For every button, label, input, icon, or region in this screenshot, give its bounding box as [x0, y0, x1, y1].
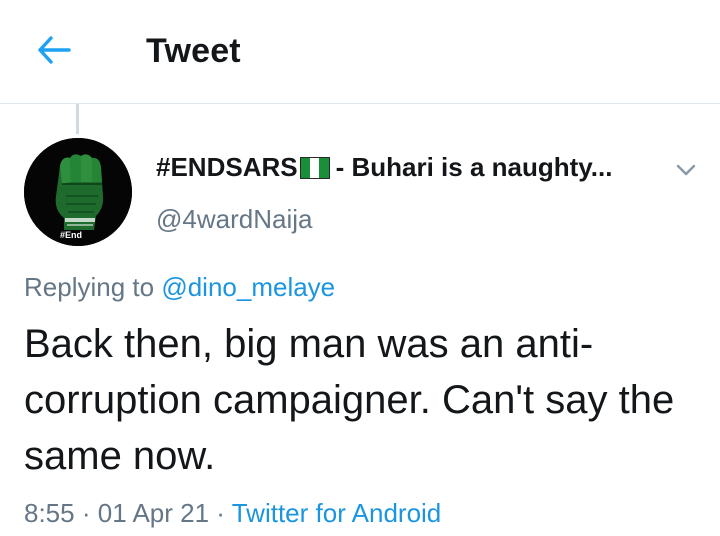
tweet-metadata: 8:55 · 01 Apr 21 · Twitter for Android	[24, 498, 441, 529]
tweet-date[interactable]: 01 Apr 21	[98, 498, 209, 528]
avatar[interactable]: #End	[24, 138, 132, 246]
chevron-down-icon	[674, 162, 698, 183]
tweet-menu-button[interactable]	[672, 158, 700, 186]
author-name-suffix: - Buhari is a naughty...	[335, 152, 613, 182]
separator: ·	[216, 498, 225, 528]
avatar-text: #End	[60, 230, 83, 240]
back-button[interactable]	[32, 30, 76, 74]
arrow-left-icon	[37, 35, 71, 70]
thread-connector-line	[76, 104, 79, 134]
separator: ·	[81, 498, 91, 528]
nigeria-flag-icon	[299, 156, 330, 179]
tweet-source-link[interactable]: Twitter for Android	[232, 498, 442, 528]
top-bar: Tweet	[0, 0, 720, 104]
tweet-text: Back then, big man was an anti-corruptio…	[24, 322, 675, 478]
replying-to-label: Replying to	[24, 272, 155, 302]
replying-to: Replying to @dino_melaye	[24, 272, 335, 303]
author-handle[interactable]: @4wardNaija	[156, 204, 312, 235]
tweet-time[interactable]: 8:55	[24, 498, 75, 528]
author-name[interactable]: #ENDSARS - Buhari is a naughty...	[156, 152, 656, 183]
author-name-prefix: #ENDSARS	[156, 152, 298, 182]
replying-to-handle-link[interactable]: @dino_melaye	[161, 272, 335, 302]
page-title: Tweet	[146, 32, 241, 70]
